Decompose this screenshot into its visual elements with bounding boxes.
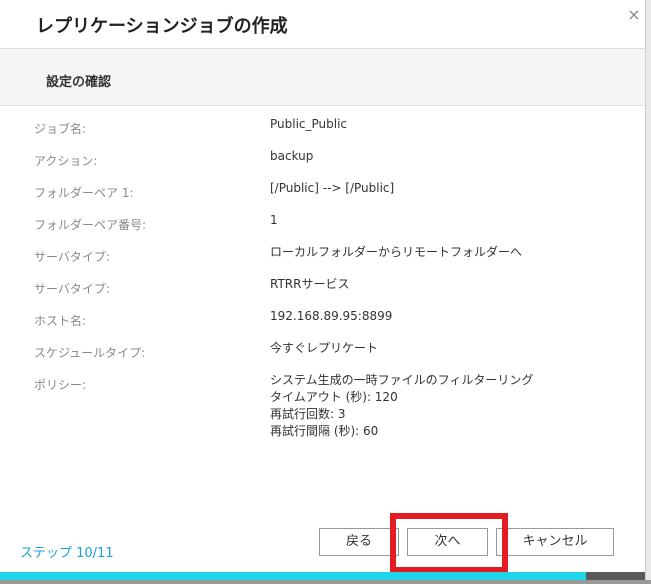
detail-value-line: [/Public] --> [/Public]	[270, 181, 395, 195]
detail-row: サーバタイプ: RTRRサービス	[0, 277, 645, 300]
detail-row: アクション: backup	[0, 149, 645, 172]
step-indicator: ステップ 10/11	[20, 546, 114, 561]
detail-value: Public_Public	[270, 116, 347, 133]
back-button[interactable]: 戻る	[319, 528, 399, 556]
detail-value: backup	[270, 148, 313, 165]
detail-value: ローカルフォルダーからリモートフォルダーへ	[270, 244, 522, 261]
dialog-title: レプリケーションジョブの作成	[36, 16, 288, 37]
detail-value: 1	[270, 212, 278, 229]
detail-value: 今すぐレプリケート	[270, 340, 378, 357]
step-progress-bar	[0, 572, 645, 580]
detail-value-line: システム生成の一時ファイルのフィルターリング	[270, 373, 534, 387]
detail-value-line: ローカルフォルダーからリモートフォルダーへ	[270, 245, 523, 259]
detail-label: フォルダーペア 1:	[34, 186, 134, 200]
detail-label: スケジュールタイプ:	[34, 346, 146, 360]
detail-label: アクション:	[34, 154, 98, 168]
replication-job-dialog: レプリケーションジョブの作成 × 設定の確認 ジョブ名: Public_Publi…	[0, 0, 645, 584]
detail-value: システム生成の一時ファイルのフィルターリング タイムアウト (秒): 120 再試行…	[270, 372, 533, 440]
next-button-highlight	[390, 513, 508, 573]
section-title: 設定の確認	[46, 75, 112, 90]
detail-label: フォルダーペア番号:	[34, 218, 147, 232]
detail-value-line: タイムアウト (秒): 120	[270, 390, 398, 404]
step-progress-fill	[0, 572, 587, 580]
detail-value-line: 再試行回数: 3	[270, 407, 346, 421]
detail-value-line: 1	[270, 213, 278, 227]
detail-value: [/Public] --> [/Public]	[270, 180, 394, 197]
detail-row: サーバタイプ: ローカルフォルダーからリモートフォルダーへ	[0, 245, 645, 268]
detail-label: サーバタイプ:	[34, 282, 110, 296]
detail-row: フォルダーペア 1: [/Public] --> [/Public]	[0, 181, 645, 204]
detail-label: ホスト名:	[34, 314, 87, 328]
detail-value: RTRRサービス	[270, 276, 349, 293]
detail-row: ジョブ名: Public_Public	[0, 117, 645, 140]
detail-value-line: Public_Public	[270, 117, 348, 131]
detail-value-line: 192.168.89.95:8899	[270, 309, 393, 323]
dialog-title-bar: レプリケーションジョブの作成 ×	[0, 0, 645, 49]
detail-row: ホスト名: 192.168.89.95:8899	[0, 309, 645, 332]
detail-row: ポリシー: システム生成の一時ファイルのフィルターリング タイムアウト (秒): 1…	[0, 373, 645, 438]
cancel-button[interactable]: キャンセル	[496, 528, 614, 556]
detail-value-line: backup	[270, 149, 314, 163]
detail-value-line: RTRRサービス	[270, 277, 350, 291]
detail-row: フォルダーペア番号: 1	[0, 213, 645, 236]
detail-label: サーバタイプ:	[34, 250, 110, 264]
detail-label: ジョブ名:	[34, 122, 87, 136]
detail-value-line: 再試行間隔 (秒): 60	[270, 424, 379, 438]
detail-label: ポリシー:	[34, 378, 87, 392]
detail-value: 192.168.89.95:8899	[270, 308, 392, 325]
detail-value-line: 今すぐレプリケート	[270, 341, 379, 355]
close-icon[interactable]: ×	[625, 6, 643, 24]
window-edge	[645, 0, 651, 584]
window-bottom-edge	[0, 580, 651, 584]
detail-row: スケジュールタイプ: 今すぐレプリケート	[0, 341, 645, 364]
section-header: 設定の確認	[0, 49, 645, 106]
